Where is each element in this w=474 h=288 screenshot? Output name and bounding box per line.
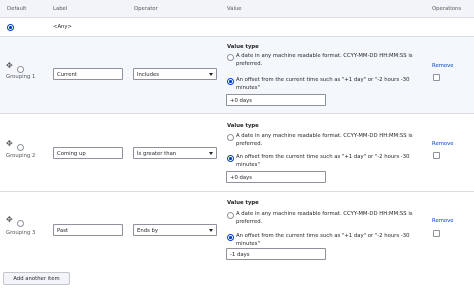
- date-option-radio-2[interactable]: [227, 134, 234, 141]
- operator-select-2[interactable]: Is greater than: [133, 147, 217, 159]
- default-radio-1[interactable]: [17, 66, 24, 73]
- label-input-1[interactable]: Current: [53, 68, 123, 80]
- table-header: Default Label Operator Value Operations: [0, 0, 474, 18]
- label-input-3[interactable]: Past: [53, 224, 123, 236]
- remove-checkbox-3[interactable]: [433, 230, 440, 237]
- header-value: Value: [227, 6, 242, 12]
- offset-option-label-3: An offset from the current time such as …: [236, 233, 410, 247]
- date-option-radio-1[interactable]: [227, 54, 234, 61]
- date-option-label-1: A date in any machine readable format. C…: [236, 53, 413, 67]
- value-type-title-2: Value type: [227, 123, 259, 129]
- remove-link-1[interactable]: Remove: [432, 63, 454, 69]
- default-any-radio[interactable]: [7, 24, 14, 31]
- default-radio-3[interactable]: [17, 220, 24, 227]
- operator-select-value: Ends by: [137, 228, 159, 234]
- operator-select-value: Includes: [137, 72, 160, 78]
- value-input-2[interactable]: +0 days: [226, 171, 326, 183]
- chevron-down-icon: [209, 229, 213, 232]
- value-input-3[interactable]: -1 days: [226, 248, 326, 260]
- add-another-item-button[interactable]: Add another item: [3, 272, 70, 285]
- header-operations: Operations: [432, 6, 462, 12]
- header-default: Default: [7, 6, 27, 12]
- operator-select-value: Is greater than: [137, 151, 177, 157]
- grouping-name-1: Grouping 1: [6, 74, 36, 80]
- drag-handle-icon[interactable]: ✥: [6, 62, 13, 70]
- grouping-name-3: Grouping 3: [6, 230, 36, 236]
- any-label: <Any>: [53, 24, 72, 30]
- drag-handle-icon[interactable]: ✥: [6, 216, 13, 224]
- value-input-1[interactable]: +0 days: [226, 94, 326, 106]
- drag-handle-icon[interactable]: ✥: [6, 140, 13, 148]
- chevron-down-icon: [209, 73, 213, 76]
- offset-option-radio-1[interactable]: [227, 78, 234, 85]
- value-type-title-1: Value type: [227, 44, 259, 50]
- offset-option-radio-2[interactable]: [227, 155, 234, 162]
- operator-select-3[interactable]: Ends by: [133, 224, 217, 236]
- remove-link-3[interactable]: Remove: [432, 218, 454, 224]
- grouping-name-2: Grouping 2: [6, 153, 36, 159]
- remove-checkbox-2[interactable]: [433, 152, 440, 159]
- chevron-down-icon: [209, 152, 213, 155]
- remove-checkbox-1[interactable]: [433, 74, 440, 81]
- date-option-label-2: A date in any machine readable format. C…: [236, 133, 413, 147]
- offset-option-label-1: An offset from the current time such as …: [236, 77, 410, 91]
- date-option-label-3: A date in any machine readable format. C…: [236, 211, 413, 225]
- grouping-row-3: ✥ Grouping 3 Past Ends by Value type A d…: [0, 192, 474, 267]
- operator-select-1[interactable]: Includes: [133, 68, 217, 80]
- label-input-2[interactable]: Coming up: [53, 147, 123, 159]
- grouping-row-1: ✥ Grouping 1 Current Includes Value type…: [0, 37, 474, 114]
- header-operator: Operator: [134, 6, 158, 12]
- any-row: <Any>: [0, 18, 474, 37]
- header-label: Label: [53, 6, 68, 12]
- value-type-title-3: Value type: [227, 200, 259, 206]
- remove-link-2[interactable]: Remove: [432, 141, 454, 147]
- offset-option-label-2: An offset from the current time such as …: [236, 154, 410, 168]
- grouping-row-2: ✥ Grouping 2 Coming up Is greater than V…: [0, 114, 474, 192]
- default-radio-2[interactable]: [17, 144, 24, 151]
- offset-option-radio-3[interactable]: [227, 234, 234, 241]
- date-option-radio-3[interactable]: [227, 212, 234, 219]
